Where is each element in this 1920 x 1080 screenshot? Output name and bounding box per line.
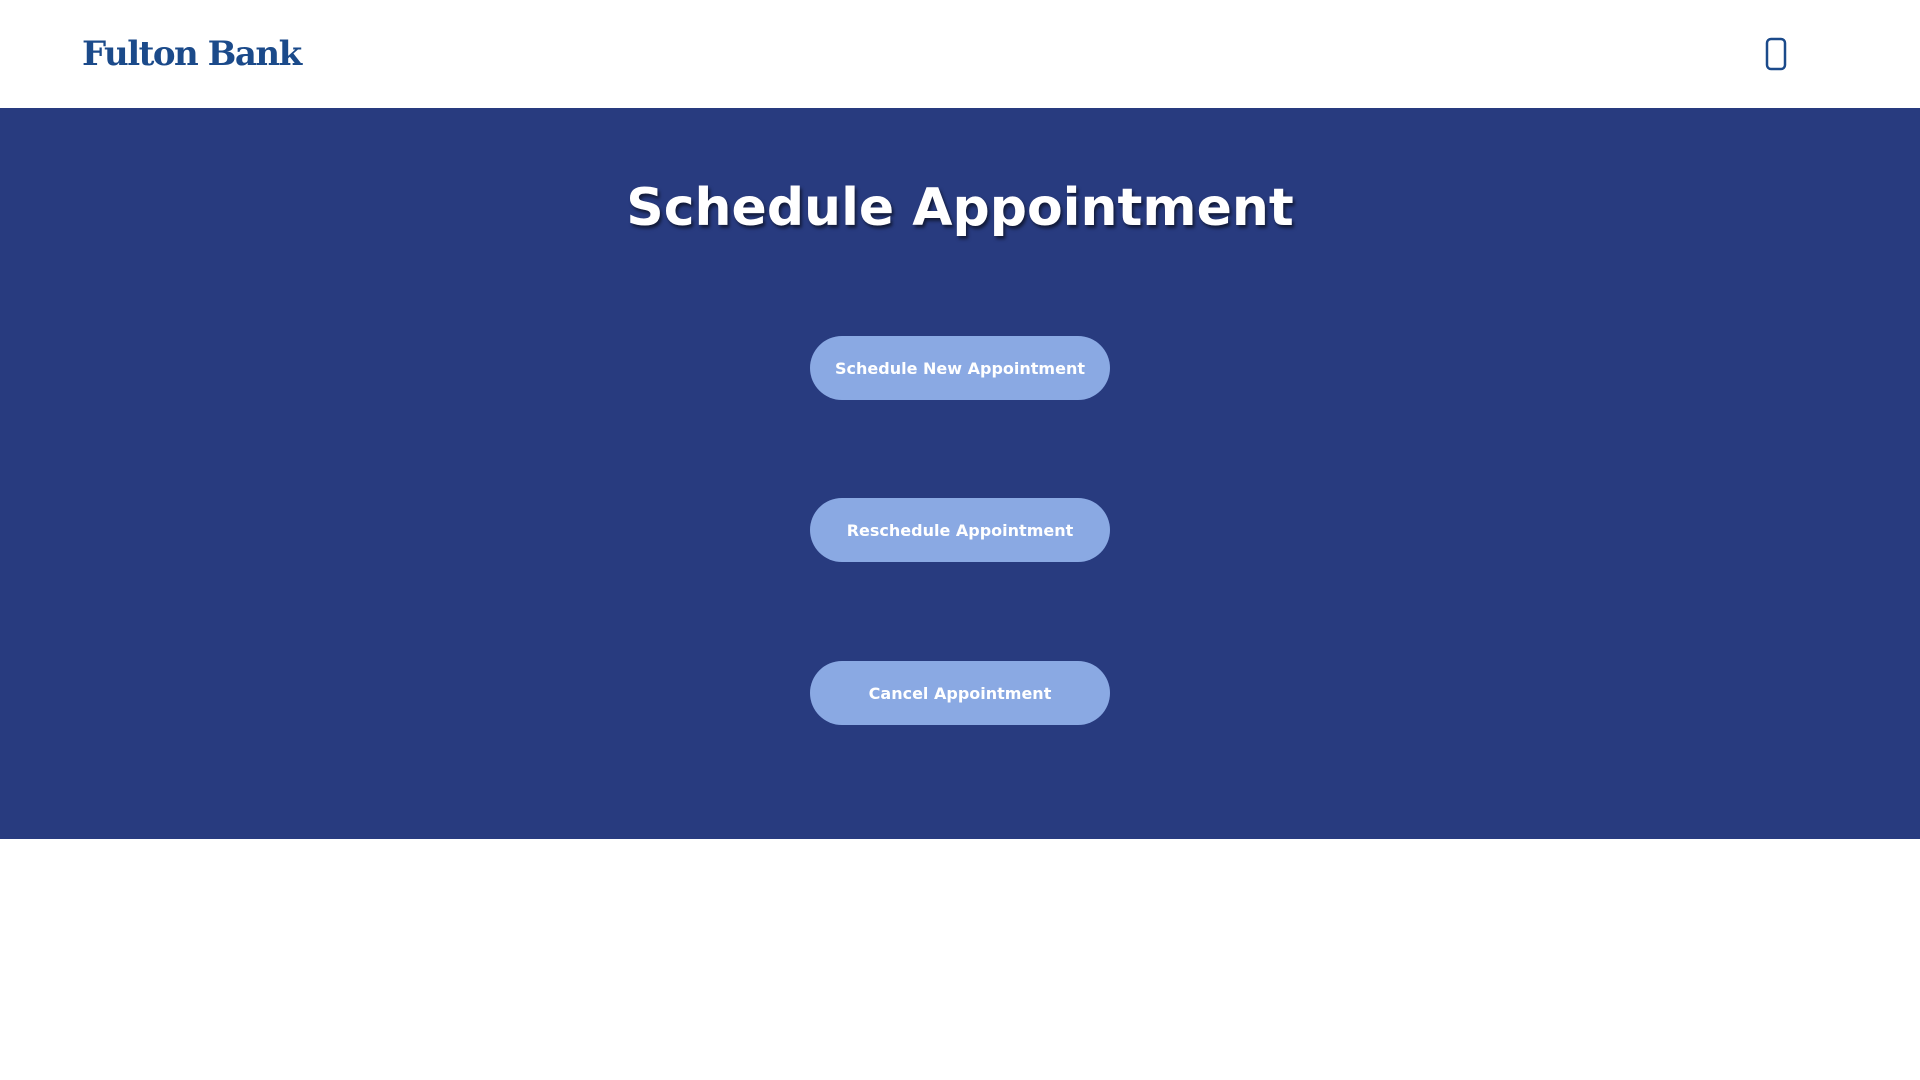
phone-button[interactable] — [1762, 34, 1790, 74]
appointment-hero: Schedule Appointment Schedule New Appoin… — [0, 108, 1920, 839]
reschedule-appointment-button[interactable]: Reschedule Appointment — [810, 498, 1110, 562]
page-title: Schedule Appointment — [626, 178, 1294, 238]
page-footer-area — [0, 839, 1920, 1080]
cancel-appointment-button[interactable]: Cancel Appointment — [810, 661, 1110, 725]
mobile-phone-icon — [1765, 37, 1787, 71]
fulton-bank-logo[interactable]: Fulton Bank — [82, 34, 302, 74]
schedule-new-appointment-button[interactable]: Schedule New Appointment — [810, 336, 1110, 400]
site-header: Fulton Bank — [0, 0, 1920, 108]
